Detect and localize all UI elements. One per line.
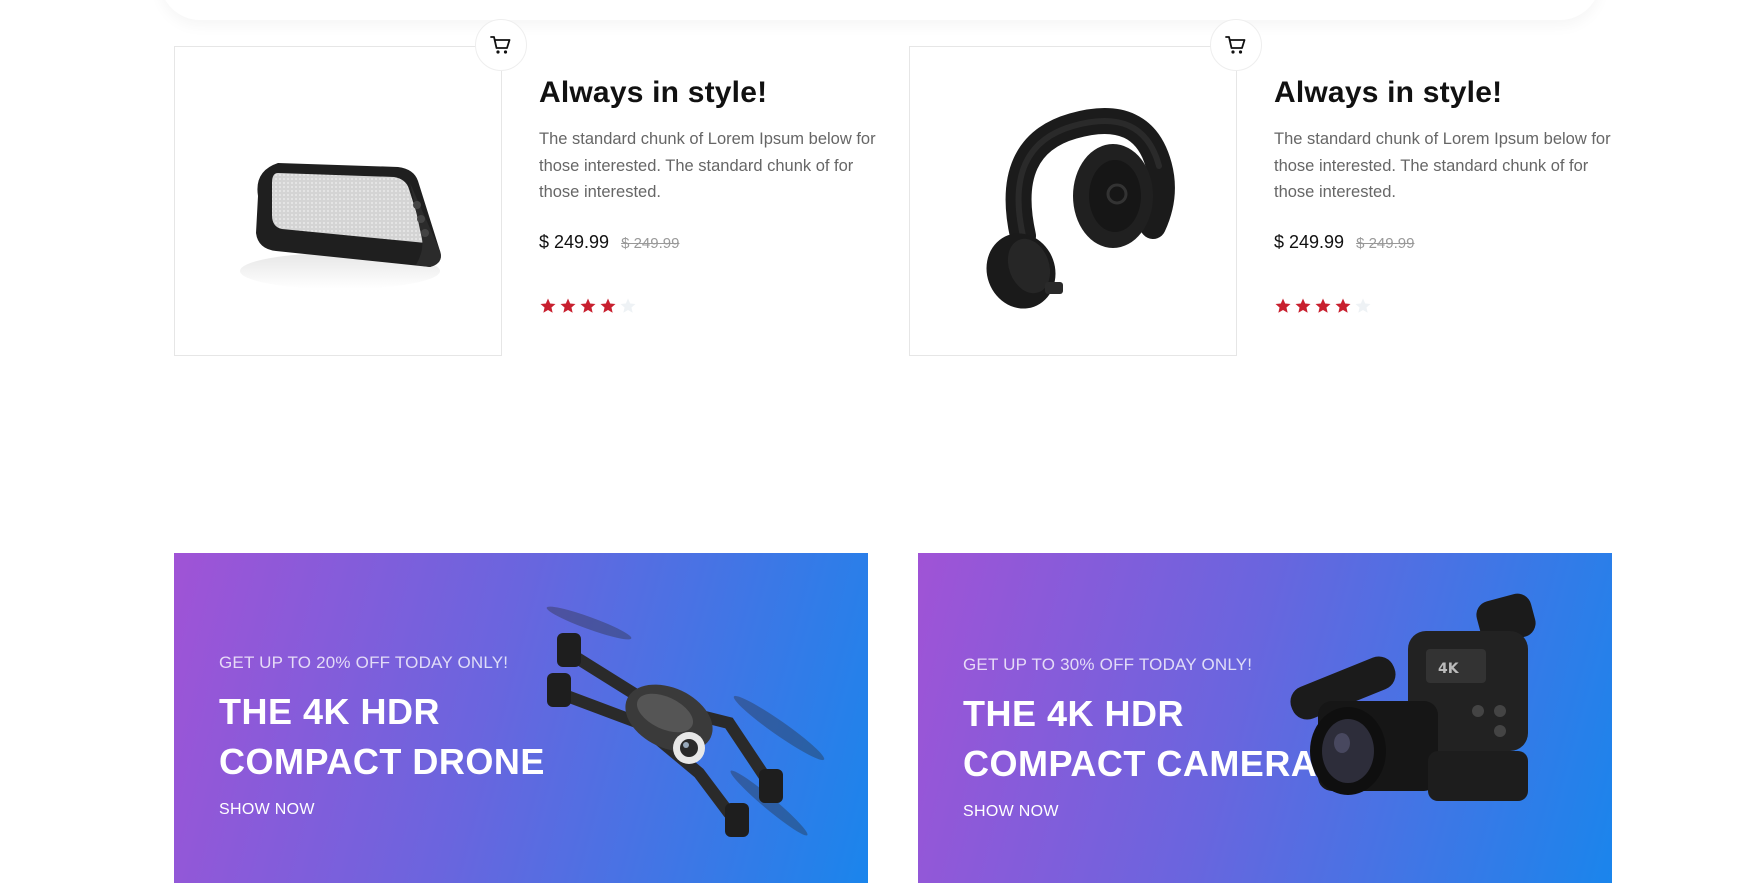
- banner-headline-line2: COMPACT CAMERA: [963, 743, 1318, 784]
- product-image-frame[interactable]: [909, 46, 1237, 356]
- banner-headline: THE 4K HDR COMPACT DRONE: [219, 687, 545, 787]
- product-card: Always in style! The standard chunk of L…: [174, 19, 914, 358]
- star-empty-icon: [620, 298, 636, 313]
- promo-banner-drone[interactable]: GET UP TO 20% OFF TODAY ONLY! THE 4K HDR…: [174, 553, 868, 883]
- product-info: Always in style! The standard chunk of L…: [539, 76, 879, 315]
- show-now-link[interactable]: SHOW NOW: [219, 801, 315, 819]
- product-rating: [1274, 297, 1614, 315]
- product-old-price: $ 249.99: [1356, 234, 1415, 252]
- banner-offer: GET UP TO 20% OFF TODAY ONLY!: [219, 653, 509, 672]
- show-now-link[interactable]: SHOW NOW: [963, 803, 1059, 821]
- star-filled-icon: [1335, 298, 1351, 313]
- speaker-image: [240, 163, 441, 289]
- cart-icon: [490, 36, 511, 54]
- svg-text:4K: 4K: [1438, 661, 1460, 677]
- product-description: The standard chunk of Lorem Ipsum below …: [1274, 130, 1611, 201]
- star-filled-icon: [560, 298, 576, 313]
- product-image-frame[interactable]: [174, 46, 502, 356]
- product-price: $ 249.99: [1274, 231, 1345, 252]
- banner-content: GET UP TO 20% OFF TODAY ONLY! THE 4K HDR…: [219, 653, 545, 819]
- product-rating: [539, 297, 879, 315]
- product-prices: $ 249.99 $ 249.99: [1274, 232, 1614, 253]
- banner-offer: GET UP TO 30% OFF TODAY ONLY!: [963, 655, 1253, 674]
- star-filled-icon: [600, 298, 616, 313]
- star-empty-icon: [1355, 298, 1371, 313]
- product-price: $ 249.99: [539, 231, 610, 252]
- section-top-edge: [160, 0, 1600, 20]
- product-info: Always in style! The standard chunk of L…: [1274, 76, 1614, 315]
- headphones-image: [986, 108, 1175, 309]
- banner-headline-line1: THE 4K HDR: [219, 691, 441, 732]
- product-prices: $ 249.99 $ 249.99: [539, 232, 879, 253]
- product-card: Always in style! The standard chunk of L…: [909, 19, 1649, 358]
- video-camera-image: 4K: [1290, 593, 1536, 801]
- product-description: The standard chunk of Lorem Ipsum below …: [539, 130, 876, 201]
- banner-headline: THE 4K HDR COMPACT CAMERA: [963, 689, 1317, 789]
- drone-image: [546, 606, 825, 837]
- star-filled-icon: [1315, 298, 1331, 313]
- cart-icon: [1225, 36, 1246, 54]
- star-filled-icon: [540, 298, 556, 313]
- banner-content: GET UP TO 30% OFF TODAY ONLY! THE 4K HDR…: [963, 655, 1317, 821]
- star-filled-icon: [1295, 298, 1311, 313]
- product-title[interactable]: Always in style!: [539, 76, 879, 110]
- promo-banner-camera[interactable]: 4K GET UP TO 30% OFF TODAY ONLY! THE 4K …: [918, 553, 1612, 883]
- product-old-price: $ 249.99: [621, 234, 680, 252]
- star-filled-icon: [1275, 298, 1291, 313]
- banner-headline-line1: THE 4K HDR: [963, 693, 1185, 734]
- add-to-cart-button[interactable]: [1210, 19, 1262, 71]
- banner-headline-line2: COMPACT DRONE: [219, 741, 545, 782]
- product-title[interactable]: Always in style!: [1274, 76, 1614, 110]
- add-to-cart-button[interactable]: [475, 19, 527, 71]
- star-filled-icon: [580, 298, 596, 313]
